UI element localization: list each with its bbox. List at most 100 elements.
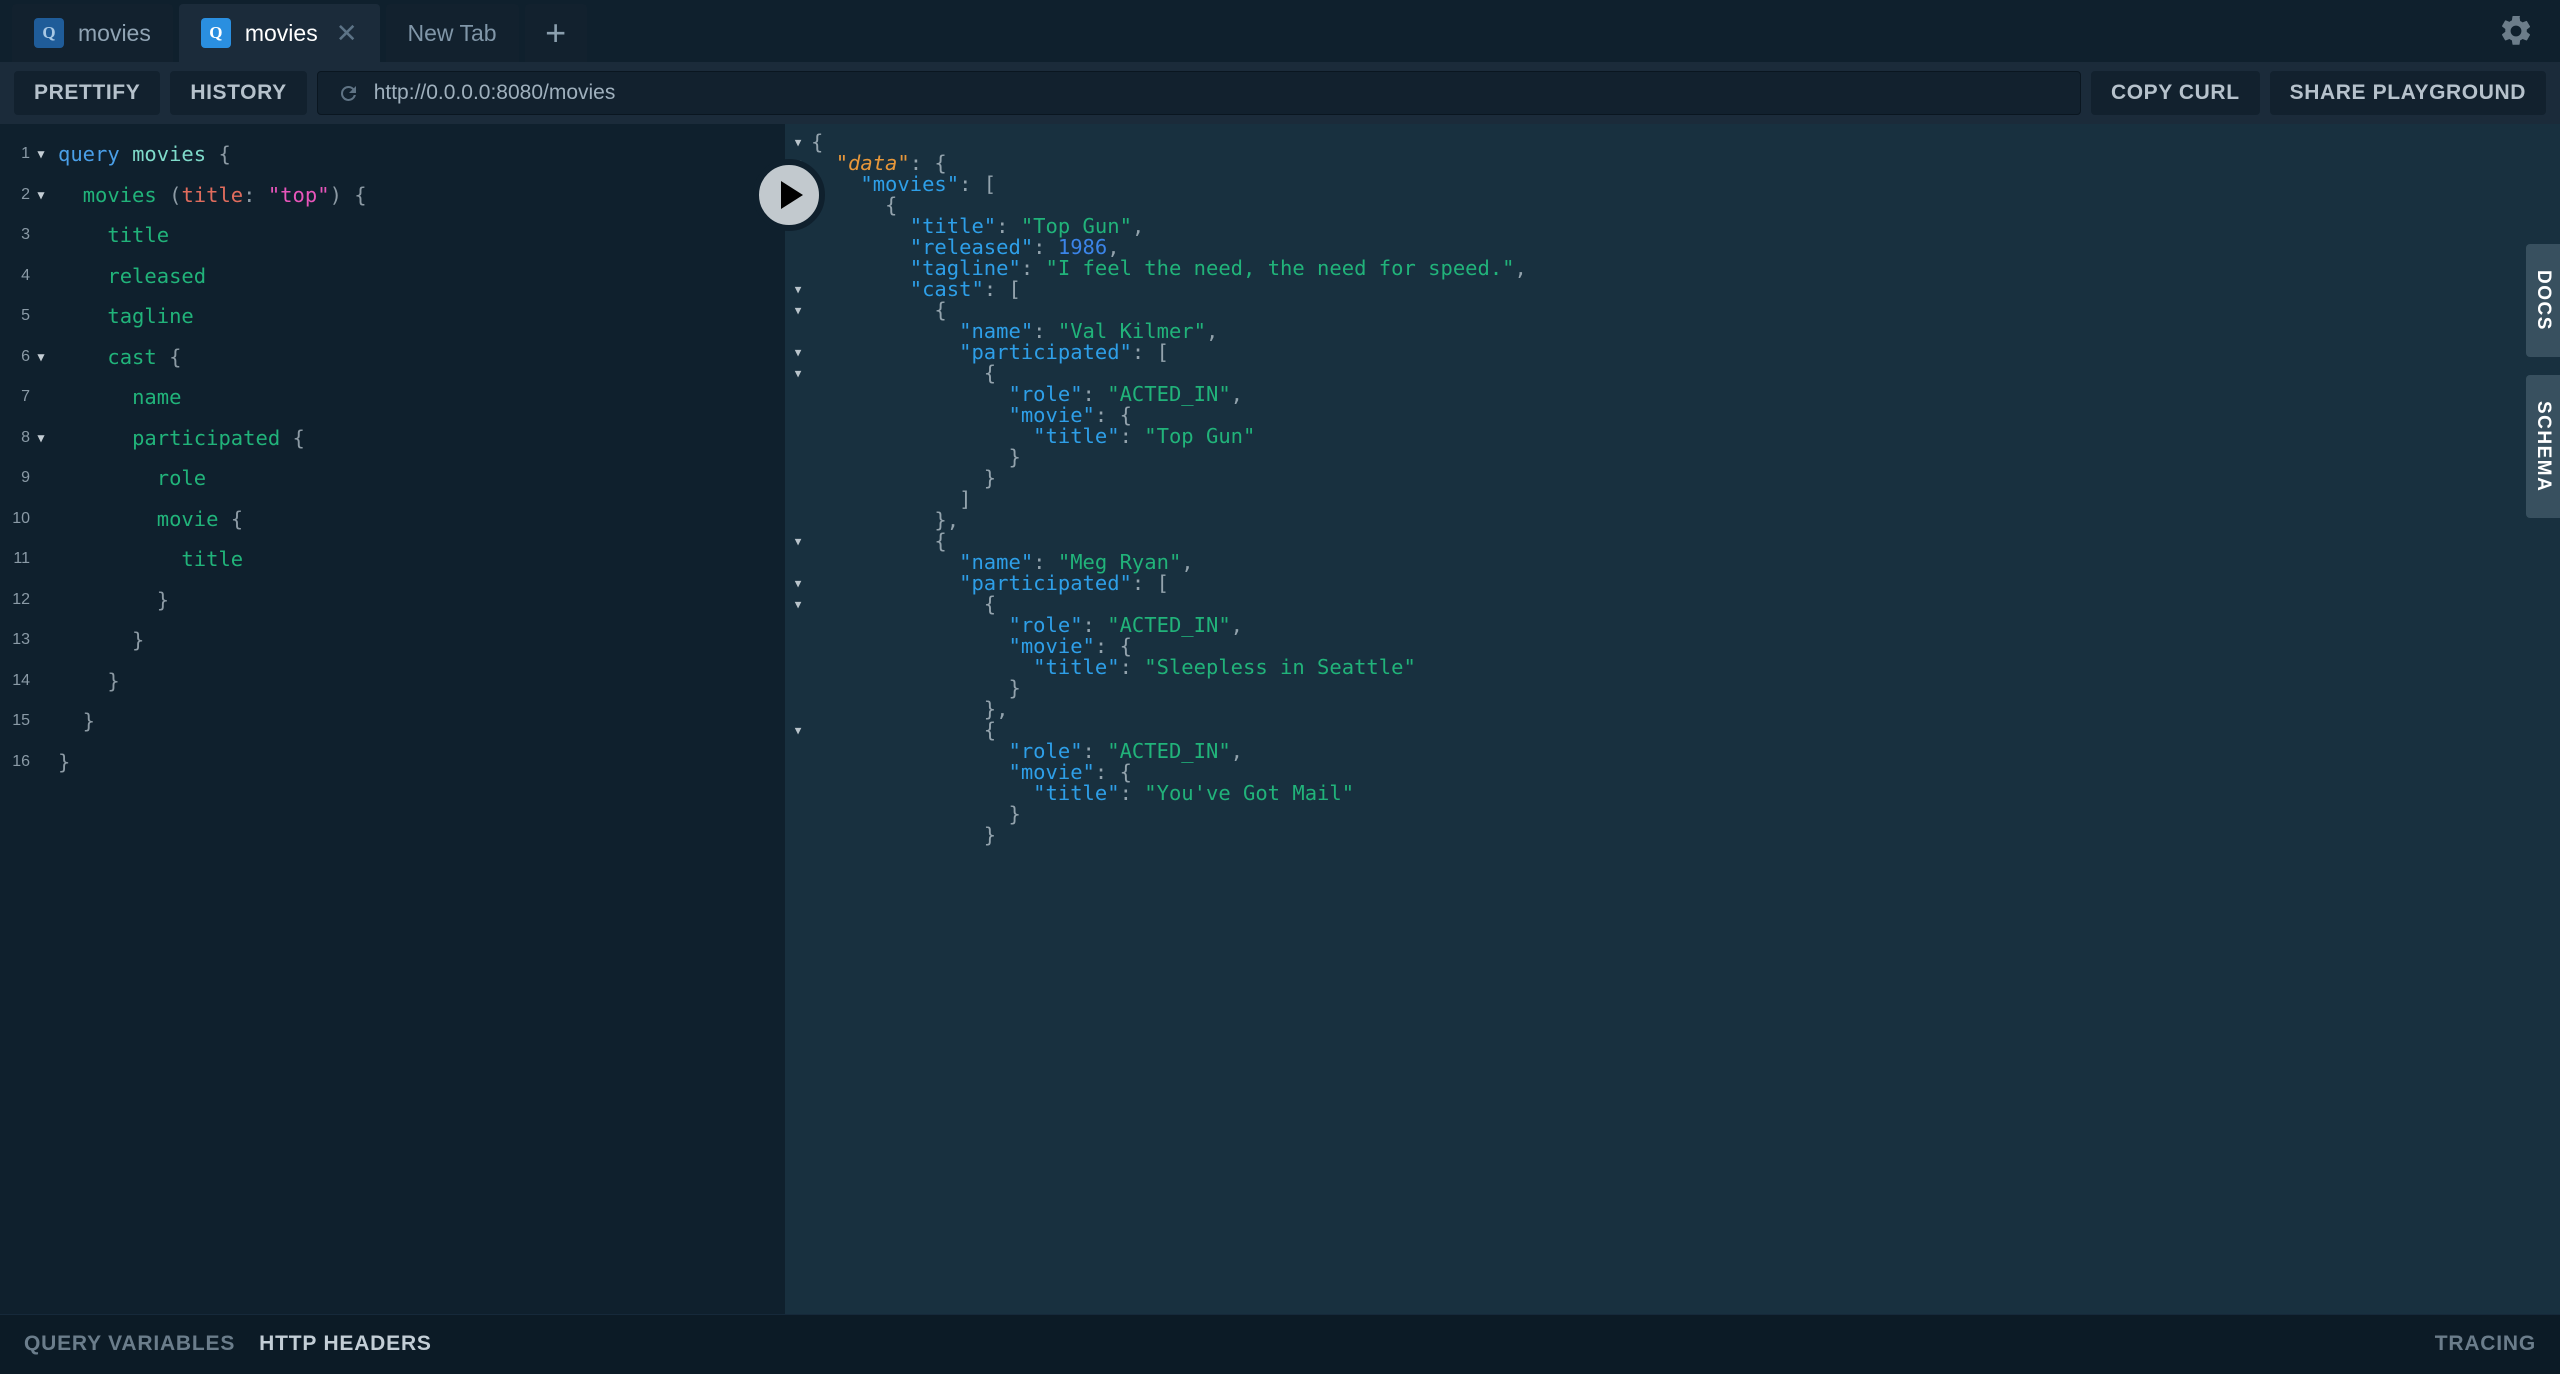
footer-divider — [0, 1314, 2560, 1315]
line-content: } — [52, 580, 169, 621]
query-editor-code[interactable]: 1▼query movies {2▼ movies (title: "top")… — [0, 124, 785, 782]
line-number: 8 — [0, 418, 30, 459]
editor-line: 15 } — [0, 701, 785, 742]
response-pane[interactable]: ▼{▼ "data": {▼ "movies": [▼ { "title": "… — [785, 124, 2560, 1314]
fold-arrow-icon[interactable]: ▼ — [785, 536, 811, 547]
line-content: "cast": [ — [811, 279, 1021, 300]
line-number: 10 — [0, 499, 30, 540]
line-number: 13 — [0, 620, 30, 661]
response-line: "released": 1986, — [785, 237, 2560, 258]
tab-movies-1[interactable]: Q movies — [12, 4, 173, 62]
response-line: ▼ "participated": [ — [785, 342, 2560, 363]
fold-arrow-icon[interactable]: ▼ — [785, 368, 811, 379]
editor-line: 9 role — [0, 458, 785, 499]
footer-bar: QUERY VARIABLES HTTP HEADERS TRACING — [0, 1314, 2560, 1374]
line-content: } — [52, 620, 144, 661]
response-line: "name": "Meg Ryan", — [785, 552, 2560, 573]
fold-arrow-icon[interactable]: ▼ — [30, 351, 52, 363]
fold-arrow-icon[interactable]: ▼ — [30, 432, 52, 444]
editor-line: 16} — [0, 742, 785, 783]
line-number: 3 — [0, 215, 30, 256]
response-line: } — [785, 468, 2560, 489]
fold-arrow-icon[interactable]: ▼ — [30, 189, 52, 201]
line-number: 6 — [0, 337, 30, 378]
query-editor-pane[interactable]: 1▼query movies {2▼ movies (title: "top")… — [0, 124, 785, 1314]
line-content: released — [52, 256, 206, 297]
line-content: } — [52, 742, 70, 783]
share-playground-button[interactable]: SHARE PLAYGROUND — [2270, 71, 2546, 115]
response-line: "title": "Top Gun", — [785, 216, 2560, 237]
tab-new-tab[interactable]: New Tab — [386, 4, 519, 62]
response-line: } — [785, 825, 2560, 846]
response-line: }, — [785, 510, 2560, 531]
fold-arrow-icon[interactable]: ▼ — [785, 599, 811, 610]
line-content: { — [811, 594, 996, 615]
line-number: 14 — [0, 661, 30, 702]
plus-icon: + — [545, 15, 566, 51]
url-input[interactable]: http://0.0.0.0:8080/movies — [317, 71, 2081, 115]
line-content: { — [811, 531, 947, 552]
query-badge-icon: Q — [34, 18, 64, 48]
response-line: }, — [785, 699, 2560, 720]
editor-line: 11 title — [0, 539, 785, 580]
response-line: ▼ { — [785, 300, 2560, 321]
line-content: "name": "Meg Ryan", — [811, 552, 1194, 573]
schema-tab[interactable]: SCHEMA — [2526, 375, 2560, 518]
fold-arrow-icon[interactable]: ▼ — [785, 284, 811, 295]
line-content: "released": 1986, — [811, 237, 1120, 258]
docs-tab[interactable]: DOCS — [2526, 244, 2560, 357]
response-line: "role": "ACTED_IN", — [785, 741, 2560, 762]
line-number: 5 — [0, 296, 30, 337]
copy-curl-button[interactable]: COPY CURL — [2091, 71, 2260, 115]
response-line: } — [785, 804, 2560, 825]
fold-arrow-icon[interactable]: ▼ — [785, 305, 811, 316]
editor-line: 5 tagline — [0, 296, 785, 337]
http-headers-tab[interactable]: HTTP HEADERS — [259, 1332, 432, 1356]
footer-left-tabs: QUERY VARIABLES HTTP HEADERS — [24, 1332, 432, 1356]
line-content: "movie": { — [811, 636, 1132, 657]
response-line: } — [785, 447, 2560, 468]
response-line: "title": "You've Got Mail" — [785, 783, 2560, 804]
graphql-playground-window: Q movies Q movies ✕ New Tab + PRETTIFY H… — [0, 0, 2560, 1374]
line-content: } — [811, 804, 1021, 825]
prettify-button[interactable]: PRETTIFY — [14, 71, 160, 115]
response-line: "name": "Val Kilmer", — [785, 321, 2560, 342]
tracing-tab[interactable]: TRACING — [2435, 1332, 2536, 1356]
fold-arrow-icon[interactable]: ▼ — [30, 148, 52, 160]
gear-icon — [2498, 13, 2534, 49]
line-number: 11 — [0, 539, 30, 580]
add-tab-button[interactable]: + — [525, 4, 587, 62]
line-number: 2 — [0, 175, 30, 216]
line-content: }, — [811, 699, 1008, 720]
url-value: http://0.0.0.0:8080/movies — [374, 81, 616, 105]
close-icon[interactable]: ✕ — [336, 20, 358, 46]
response-line: "role": "ACTED_IN", — [785, 615, 2560, 636]
history-button[interactable]: HISTORY — [170, 71, 306, 115]
line-content: "role": "ACTED_IN", — [811, 384, 1243, 405]
execute-query-button[interactable] — [753, 159, 825, 231]
settings-button[interactable] — [2494, 9, 2538, 53]
fold-arrow-icon[interactable]: ▼ — [785, 725, 811, 736]
line-content: } — [811, 825, 996, 846]
fold-arrow-icon[interactable]: ▼ — [785, 347, 811, 358]
fold-arrow-icon[interactable]: ▼ — [785, 578, 811, 589]
tab-movies-2-active[interactable]: Q movies ✕ — [179, 4, 380, 62]
response-json[interactable]: ▼{▼ "data": {▼ "movies": [▼ { "title": "… — [785, 124, 2560, 846]
play-icon — [781, 181, 803, 209]
fold-arrow-icon[interactable]: ▼ — [785, 137, 811, 148]
history-revert-icon — [336, 81, 360, 105]
response-line: ] — [785, 489, 2560, 510]
response-line: ▼ { — [785, 363, 2560, 384]
response-line: ▼ "participated": [ — [785, 573, 2560, 594]
editor-line: 12 } — [0, 580, 785, 621]
response-line: "movie": { — [785, 405, 2560, 426]
line-content: { — [811, 300, 947, 321]
line-content: }, — [811, 510, 959, 531]
line-content: "role": "ACTED_IN", — [811, 741, 1243, 762]
line-number: 9 — [0, 458, 30, 499]
response-line: } — [785, 678, 2560, 699]
query-variables-tab[interactable]: QUERY VARIABLES — [24, 1332, 235, 1356]
line-number: 15 — [0, 701, 30, 742]
line-content: title — [52, 215, 169, 256]
response-line: ▼{ — [785, 132, 2560, 153]
